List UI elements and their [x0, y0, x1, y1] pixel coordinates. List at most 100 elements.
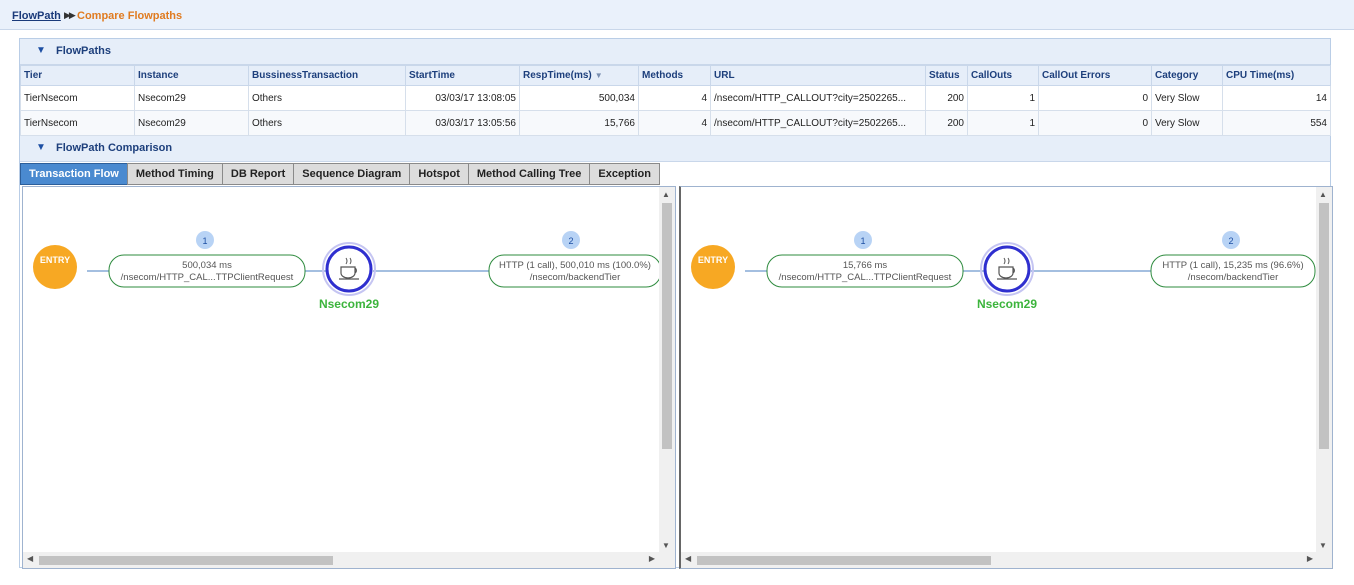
scroll-left-icon[interactable]: ◀ [27, 554, 33, 563]
scroll-right-icon[interactable]: ▶ [649, 554, 655, 563]
step1-time: 500,034 ms [182, 260, 232, 271]
cell-business-transaction: Others [248, 85, 406, 111]
cell-resp-time: 500,034 [519, 85, 639, 111]
transaction-flow-diagram: ENTRY 1 15,766 ms /nsecom/HTTP_CAL...TTP… [691, 231, 1316, 311]
tab-method-timing[interactable]: Method Timing [126, 163, 222, 185]
entry-node[interactable] [33, 245, 77, 289]
node-label: Nsecom29 [977, 297, 1037, 311]
cell-callouts: 1 [967, 110, 1039, 136]
scroll-thumb[interactable] [1319, 203, 1329, 449]
breadcrumb-current: Compare Flowpaths [77, 10, 183, 22]
step2-url: /nsecom/backendTier [530, 272, 620, 283]
breadcrumb-flowpath-link[interactable]: FlowPath [12, 10, 61, 22]
cell-cpu-time: 554 [1222, 110, 1331, 136]
col-category[interactable]: Category [1151, 65, 1223, 86]
cell-methods: 4 [638, 110, 711, 136]
tab-exception[interactable]: Exception [589, 163, 660, 185]
tab-transaction-flow[interactable]: Transaction Flow [20, 163, 127, 185]
breadcrumb: FlowPath ▶▶ Compare Flowpaths [0, 0, 1354, 30]
step1-url: /nsecom/HTTP_CAL...TTPClientRequest [121, 272, 294, 283]
scroll-left-icon[interactable]: ◀ [685, 554, 691, 563]
horizontal-scrollbar[interactable]: ◀ ▶ [681, 552, 1332, 568]
flow-pane-right: ENTRY 1 15,766 ms /nsecom/HTTP_CAL...TTP… [679, 186, 1333, 569]
scroll-down-icon[interactable]: ▼ [662, 541, 670, 550]
cell-instance: Nsecom29 [134, 85, 249, 111]
cell-callouts: 1 [967, 85, 1039, 111]
vertical-scrollbar[interactable]: ▲ ▼ [659, 187, 675, 553]
scroll-thumb[interactable] [662, 203, 672, 449]
sort-desc-icon: ▼ [594, 71, 603, 80]
cell-business-transaction: Others [248, 110, 406, 136]
step2-url: /nsecom/backendTier [1188, 272, 1278, 283]
table-row[interactable]: TierNsecom Nsecom29 Others 03/03/17 13:0… [20, 85, 1331, 111]
tab-method-calling-tree[interactable]: Method Calling Tree [467, 163, 590, 185]
java-cup-icon[interactable] [325, 245, 373, 293]
col-status[interactable]: Status [925, 65, 968, 86]
flow-pane-left: ENTRY 1 500,034 ms /nsecom/HTTP_CAL...TT… [22, 186, 676, 569]
scroll-thumb[interactable] [697, 556, 991, 565]
cell-resp-time: 15,766 [519, 110, 639, 136]
cell-url: /nsecom/HTTP_CALLOUT?city=2502265... [710, 85, 926, 111]
comparison-title: FlowPath Comparison [56, 142, 173, 154]
step-badge-label: 2 [568, 236, 573, 246]
transaction-flow-diagram: ENTRY 1 500,034 ms /nsecom/HTTP_CAL...TT… [33, 231, 662, 311]
col-callout-errors[interactable]: CallOut Errors [1038, 65, 1152, 86]
col-url[interactable]: URL [710, 65, 926, 86]
scroll-right-icon[interactable]: ▶ [1307, 554, 1313, 563]
col-callouts[interactable]: CallOuts [967, 65, 1039, 86]
cell-callout-errors: 0 [1038, 110, 1152, 136]
col-methods[interactable]: Methods [638, 65, 711, 86]
cell-category: Very Slow [1151, 110, 1223, 136]
cell-instance: Nsecom29 [134, 110, 249, 136]
flowpaths-title: FlowPaths [56, 45, 112, 57]
entry-label: ENTRY [698, 255, 728, 265]
scroll-up-icon[interactable]: ▲ [662, 190, 670, 199]
col-resp-time-label: RespTime(ms) [523, 70, 592, 81]
table-header-row: Tier Instance BussinessTransaction Start… [20, 65, 1331, 86]
collapse-triangle-icon[interactable]: ▼ [36, 142, 46, 153]
step2-calls: HTTP (1 call), 15,235 ms (96.6%) [1162, 260, 1303, 271]
col-resp-time[interactable]: RespTime(ms) ▼ [519, 65, 639, 86]
col-start-time[interactable]: StartTime [405, 65, 520, 86]
step-badge-label: 1 [202, 236, 207, 246]
scroll-thumb[interactable] [39, 556, 333, 565]
horizontal-scrollbar[interactable]: ◀ ▶ [23, 552, 675, 568]
col-instance[interactable]: Instance [134, 65, 249, 86]
breadcrumb-separator-icon: ▶▶ [64, 10, 76, 20]
step2-calls: HTTP (1 call), 500,010 ms (100.0%) [499, 260, 651, 271]
comparison-tabs: Transaction Flow Method Timing DB Report… [20, 163, 660, 185]
step1-url: /nsecom/HTTP_CAL...TTPClientRequest [779, 272, 952, 283]
compare-panel: ▼ FlowPaths Tier Instance BussinessTrans… [19, 38, 1333, 569]
cell-methods: 4 [638, 85, 711, 111]
collapse-triangle-icon[interactable]: ▼ [36, 45, 46, 56]
cell-start-time: 03/03/17 13:08:05 [405, 85, 520, 111]
scroll-down-icon[interactable]: ▼ [1319, 541, 1327, 550]
tab-hotspot[interactable]: Hotspot [409, 163, 468, 185]
cell-category: Very Slow [1151, 85, 1223, 111]
flowpaths-table: Tier Instance BussinessTransaction Start… [20, 65, 1331, 136]
cell-status: 200 [925, 110, 968, 136]
table-row[interactable]: TierNsecom Nsecom29 Others 03/03/17 13:0… [20, 110, 1331, 136]
flowpaths-header[interactable]: ▼ FlowPaths [20, 39, 1330, 65]
entry-label: ENTRY [40, 255, 70, 265]
col-cpu-time[interactable]: CPU Time(ms) [1222, 65, 1331, 86]
comparison-header[interactable]: ▼ FlowPath Comparison [20, 136, 1330, 162]
cell-callout-errors: 0 [1038, 85, 1152, 111]
vertical-scrollbar[interactable]: ▲ ▼ [1316, 187, 1332, 553]
cell-url: /nsecom/HTTP_CALLOUT?city=2502265... [710, 110, 926, 136]
cell-cpu-time: 14 [1222, 85, 1331, 111]
scroll-up-icon[interactable]: ▲ [1319, 190, 1327, 199]
cell-tier: TierNsecom [20, 85, 135, 111]
cell-tier: TierNsecom [20, 110, 135, 136]
col-business-transaction[interactable]: BussinessTransaction [248, 65, 406, 86]
step-badge-label: 1 [860, 236, 865, 246]
node-label: Nsecom29 [319, 297, 379, 311]
cell-status: 200 [925, 85, 968, 111]
tab-sequence-diagram[interactable]: Sequence Diagram [293, 163, 410, 185]
entry-node[interactable] [691, 245, 735, 289]
tab-db-report[interactable]: DB Report [221, 163, 294, 185]
step-badge-label: 2 [1228, 236, 1233, 246]
col-tier[interactable]: Tier [20, 65, 135, 86]
step1-time: 15,766 ms [843, 260, 888, 271]
java-cup-icon[interactable] [983, 245, 1031, 293]
